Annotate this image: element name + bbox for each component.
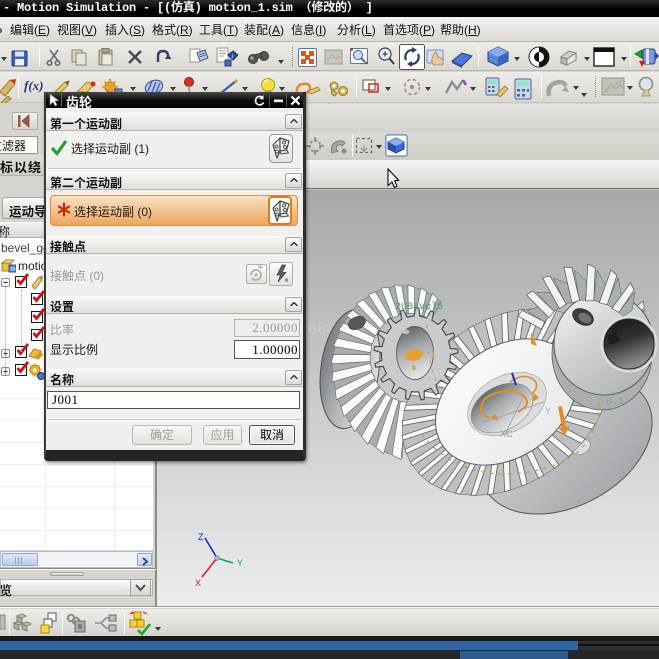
svg-text:Z: Z: [198, 532, 204, 542]
svg-text:XC: XC: [500, 429, 513, 439]
svg-text:U.1: U.1: [606, 397, 624, 408]
svg-text:2UBevel5: 2UBevel5: [395, 301, 443, 313]
svg-text:X: X: [195, 578, 201, 588]
svg-text:Y: Y: [237, 558, 243, 568]
svg-text:3: 3: [429, 350, 435, 361]
svg-text:Y: Y: [545, 406, 551, 416]
svg-text:i: i: [231, 53, 233, 61]
